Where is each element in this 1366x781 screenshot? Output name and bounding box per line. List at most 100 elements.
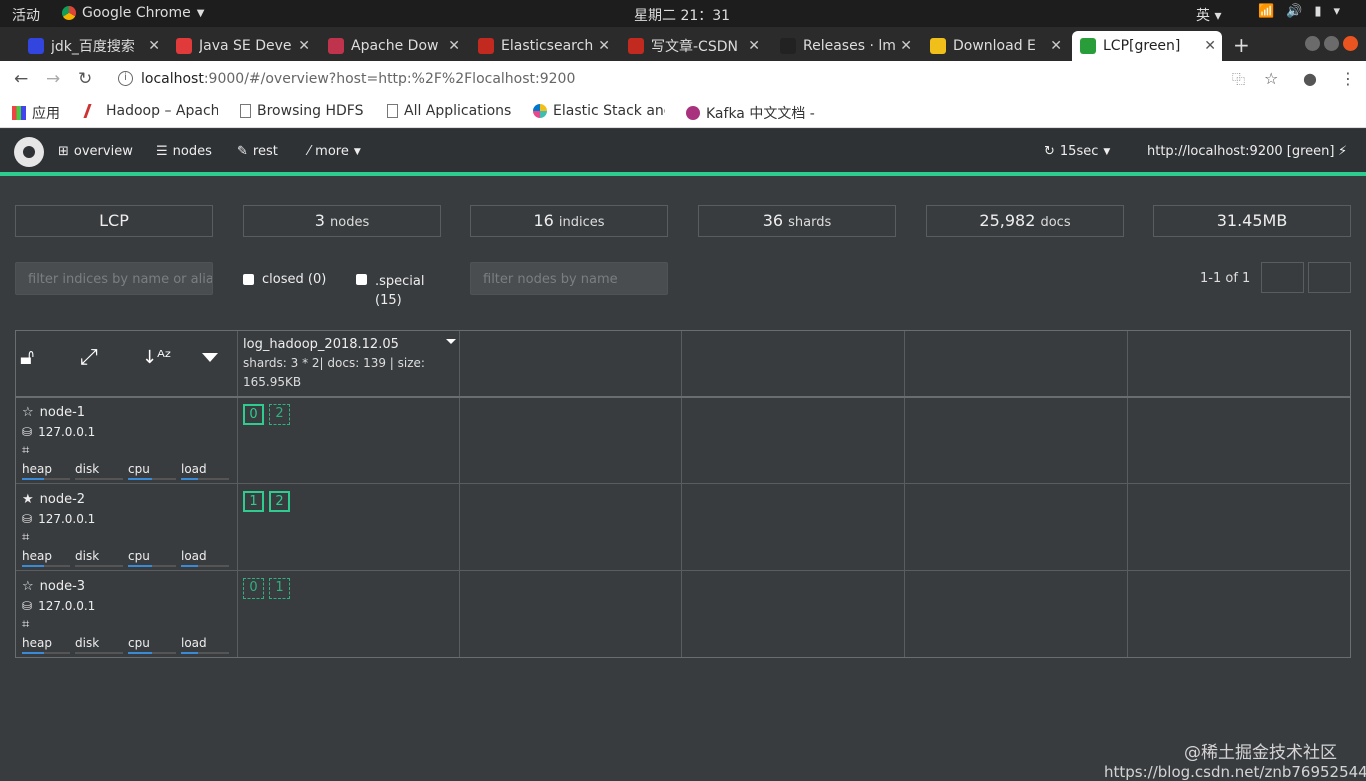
- stat-indices: 16 indices: [470, 205, 668, 237]
- nav-nodes[interactable]: ☰ nodes: [156, 144, 212, 159]
- new-tab-icon[interactable]: +: [1233, 33, 1250, 57]
- disconnect-plug-icon[interactable]: ⚡: [1338, 144, 1347, 159]
- close-icon[interactable]: ✕: [1050, 38, 1062, 54]
- filter-indices-input[interactable]: filter indices by name or aliases: [15, 262, 213, 295]
- cerebro-logo-icon[interactable]: [14, 137, 44, 167]
- bookmarks-bar: 应用 Hadoop – Apach Browsing HDFS All Appl…: [0, 97, 1366, 128]
- load-metric: load: [181, 636, 234, 654]
- tab-strip: jdk_百度搜索 ✕ Java SE Deve ✕ Apache Dow ✕ Elas…: [0, 27, 1366, 61]
- maximize-icon[interactable]: [1324, 36, 1339, 51]
- special-checkbox[interactable]: .special (15): [356, 272, 425, 310]
- sitemap-icon: ⊞: [58, 144, 69, 159]
- disk-metric: disk: [75, 636, 128, 654]
- window-controls: [1305, 36, 1358, 51]
- tab-7[interactable]: LCP[green] ✕: [1072, 31, 1222, 61]
- reload-icon[interactable]: ↻: [78, 69, 92, 89]
- prev-page-button[interactable]: [1261, 262, 1304, 293]
- shard-box[interactable]: 1: [269, 578, 290, 599]
- volume-icon: 🔊: [1286, 4, 1303, 19]
- next-page-button[interactable]: [1308, 262, 1351, 293]
- bookmark-hadoop[interactable]: Hadoop – Apach: [83, 103, 218, 119]
- stat-size: 31.45MB: [1153, 205, 1351, 237]
- checkbox-icon: [356, 274, 367, 285]
- app-menu[interactable]: Google Chrome ▼: [62, 5, 204, 21]
- node-row[interactable]: ★ node-2 ⛁ 127.0.0.1 ⌗ heap disk cpu load: [22, 490, 234, 567]
- close-icon[interactable]: ✕: [900, 38, 912, 54]
- shard-box[interactable]: 0: [243, 578, 264, 599]
- minimize-icon[interactable]: [1305, 36, 1320, 51]
- close-icon[interactable]: ✕: [448, 38, 460, 54]
- input-method[interactable]: 英 ▾: [1196, 5, 1221, 25]
- pagination-info: 1-1 of 1: [1200, 271, 1251, 286]
- closed-checkbox[interactable]: closed (0): [243, 272, 326, 287]
- shard-box[interactable]: 2: [269, 404, 290, 425]
- unlock-icon[interactable]: 🔓︎: [20, 345, 34, 370]
- list-icon: ☰: [156, 144, 168, 159]
- magic-wand-icon: ⁄: [308, 144, 311, 159]
- tab-0[interactable]: jdk_百度搜索 ✕: [20, 31, 166, 61]
- crop-icon: ⌗: [22, 443, 30, 458]
- shard-box[interactable]: 0: [243, 404, 264, 425]
- tab-2[interactable]: Apache Dow ✕: [320, 31, 466, 61]
- wifi-icon: 📶: [1258, 4, 1275, 19]
- disk-metric: disk: [75, 462, 128, 480]
- stat-nodes: 3 nodes: [243, 205, 441, 237]
- bookmark-elastic[interactable]: Elastic Stack and: [533, 103, 665, 119]
- hdd-icon: ⛁: [22, 511, 33, 526]
- tab-favicon-icon: [628, 38, 644, 54]
- tab-6[interactable]: Download E ✕: [922, 31, 1068, 61]
- load-metric: load: [181, 549, 234, 567]
- bookmark-browsing-hdfs[interactable]: Browsing HDFS: [240, 103, 363, 119]
- bookmark-apps[interactable]: 应用: [12, 103, 60, 123]
- back-icon[interactable]: ←: [14, 69, 28, 89]
- tab-5[interactable]: Releases · lm ✕: [772, 31, 918, 61]
- bookmark-star-icon[interactable]: ☆: [1264, 69, 1278, 88]
- url-field[interactable]: i localhost:9000/#/overview?host=http:%2F…: [118, 71, 575, 87]
- expand-icon[interactable]: ⤢: [80, 345, 98, 370]
- forward-icon[interactable]: →: [46, 69, 60, 89]
- sort-alpha-icon[interactable]: ↓ᴬᶻ: [142, 347, 171, 368]
- battery-icon: ▮: [1314, 4, 1322, 19]
- stat-cluster-name: LCP: [15, 205, 213, 237]
- close-icon[interactable]: ✕: [1204, 38, 1216, 54]
- tab-favicon-icon: [930, 38, 946, 54]
- edit-icon: ✎: [237, 144, 248, 159]
- close-icon[interactable]: ✕: [148, 38, 160, 54]
- index-menu-caret-icon[interactable]: [446, 339, 456, 344]
- index-header[interactable]: log_hadoop_2018.12.05 shards: 3 * 2| doc…: [243, 337, 425, 392]
- close-icon[interactable]: ✕: [748, 38, 760, 54]
- filter-nodes-input[interactable]: filter nodes by name: [470, 262, 668, 295]
- tab-4[interactable]: 写文章-CSDN ✕: [620, 31, 766, 61]
- nav-rest[interactable]: ✎ rest: [237, 144, 278, 159]
- page-icon: [387, 104, 398, 118]
- node-row[interactable]: ☆ node-3 ⛁ 127.0.0.1 ⌗ heap disk cpu load: [22, 577, 234, 654]
- cluster-url[interactable]: http://localhost:9200 [green]: [1147, 144, 1334, 159]
- clock[interactable]: 星期二 21：31: [634, 5, 730, 25]
- tab-3[interactable]: Elasticsearch ✕: [470, 31, 616, 61]
- nav-overview[interactable]: ⊞ overview: [58, 144, 133, 159]
- bookmark-all-applications[interactable]: All Applications: [387, 103, 511, 119]
- caret-down-icon[interactable]: [202, 353, 218, 362]
- activities-button[interactable]: 活动: [12, 5, 40, 25]
- bookmark-kafka[interactable]: Kafka 中文文档 -: [686, 103, 815, 123]
- refresh-interval[interactable]: ↻ 15sec ▼: [1044, 144, 1110, 159]
- shard-box[interactable]: 1: [243, 491, 264, 512]
- disk-metric: disk: [75, 549, 128, 567]
- close-window-icon[interactable]: [1343, 36, 1358, 51]
- cpu-metric: cpu: [128, 462, 181, 480]
- cpu-metric: cpu: [128, 549, 181, 567]
- translate-icon[interactable]: ⿻: [1232, 69, 1245, 88]
- close-icon[interactable]: ✕: [298, 38, 310, 54]
- tab-1[interactable]: Java SE Deve ✕: [168, 31, 316, 61]
- page-icon: [240, 104, 251, 118]
- system-tray[interactable]: 📶 🔊 ▮ ▾: [1258, 4, 1340, 19]
- account-icon[interactable]: ●: [1303, 69, 1317, 88]
- nav-more[interactable]: ⁄ more ▼: [308, 144, 361, 159]
- tab-favicon-icon: [780, 38, 796, 54]
- node-row[interactable]: ☆ node-1 ⛁ 127.0.0.1 ⌗ heap disk cpu load: [22, 403, 234, 480]
- close-icon[interactable]: ✕: [598, 38, 610, 54]
- info-icon: i: [118, 71, 133, 86]
- hadoop-icon: [83, 104, 103, 118]
- menu-kebab-icon[interactable]: ⋮: [1340, 69, 1356, 88]
- shard-box[interactable]: 2: [269, 491, 290, 512]
